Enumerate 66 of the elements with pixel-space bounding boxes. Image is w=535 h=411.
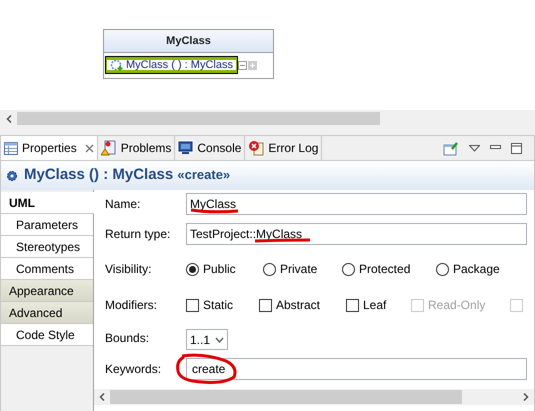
return-type-prefix: TestProject:: xyxy=(190,226,256,243)
dropdown-icon[interactable] xyxy=(469,144,480,152)
radio-button[interactable] xyxy=(342,262,355,276)
field-label: Name: xyxy=(105,196,142,213)
horizontal-scrollbar[interactable] xyxy=(94,389,534,405)
field-label: Modifiers: xyxy=(105,297,158,314)
properties-title: MyClass () : MyClass «create» xyxy=(24,165,230,186)
field-label: Visibility: xyxy=(105,261,152,278)
horizontal-scrollbar[interactable] xyxy=(0,110,535,127)
close-icon[interactable] xyxy=(84,144,94,152)
collapse-icon[interactable] xyxy=(238,60,247,70)
operation-label: MyClass ( ) : MyClass xyxy=(126,58,233,73)
checkbox-label: Leaf xyxy=(363,297,386,314)
radio-label: Public xyxy=(203,261,236,278)
scrollbar-thumb[interactable] xyxy=(110,390,462,404)
field-label: Keywords: xyxy=(105,361,162,378)
sidebar-tab[interactable]: Appearance xyxy=(1,280,93,302)
tab-label: Console xyxy=(197,140,242,157)
view-tab[interactable]: Properties xyxy=(1,136,98,160)
class-box[interactable]: MyClass MyClass ( ) : MyClass xyxy=(103,29,274,79)
table-icon xyxy=(4,142,18,154)
checkbox[interactable] xyxy=(259,298,272,312)
bounds-value: 1..1 xyxy=(190,332,210,348)
radio-button[interactable] xyxy=(436,262,449,276)
checkbox[interactable] xyxy=(346,298,359,312)
sidebar-tab[interactable]: Code Style xyxy=(1,324,93,346)
bounds-dropdown[interactable]: 1..1 xyxy=(186,329,228,350)
field-label: Bounds: xyxy=(105,330,150,346)
keywords-value: create xyxy=(191,361,226,378)
keywords-field[interactable]: create xyxy=(186,358,527,380)
checkbox-label: Read-Only xyxy=(428,297,486,314)
pin-icon[interactable] xyxy=(443,140,459,156)
radio-button[interactable] xyxy=(186,262,199,276)
monitor-icon xyxy=(178,141,194,155)
name-field[interactable]: MyClass xyxy=(186,193,527,215)
return-type-field[interactable]: TestProject::MyClass xyxy=(186,223,527,245)
operation-row[interactable]: MyClass ( ) : MyClass xyxy=(106,57,237,73)
sidebar-tab[interactable]: UML xyxy=(1,192,94,214)
tab-label: Error Log xyxy=(268,140,318,157)
view-tab[interactable]: Problems xyxy=(98,136,176,160)
sidebar-tab[interactable]: Stereotypes xyxy=(1,236,93,258)
error-document-icon xyxy=(248,140,264,156)
radio-label: Package xyxy=(453,261,500,278)
class-name: MyClass xyxy=(104,30,273,53)
maximize-icon[interactable] xyxy=(511,142,522,154)
radio-label: Private xyxy=(280,261,318,278)
return-type-value: MyClass xyxy=(256,225,302,243)
sidebar-tab[interactable]: Parameters xyxy=(1,214,93,236)
checkbox-label: Static xyxy=(203,297,234,314)
field-label: Return type: xyxy=(105,226,172,243)
name-value: MyClass xyxy=(190,195,236,213)
warning-document-icon xyxy=(100,140,117,156)
sidebar-tab[interactable]: Comments xyxy=(1,258,93,280)
tab-label: Problems xyxy=(120,140,172,157)
checkbox-label: Abstract xyxy=(276,297,320,314)
scrollbar-thumb[interactable] xyxy=(17,112,380,125)
checkbox[interactable] xyxy=(186,298,199,312)
hand-drawn-underline xyxy=(190,208,240,214)
radio-label: Protected xyxy=(359,261,410,278)
gear-icon xyxy=(6,170,18,182)
sidebar-tab[interactable]: Advanced xyxy=(1,302,93,324)
gear-plus-icon xyxy=(110,59,124,71)
hand-drawn-underline xyxy=(254,238,312,244)
radio-button[interactable] xyxy=(263,262,276,276)
caret-icon xyxy=(215,336,224,342)
tab-label: Properties xyxy=(22,140,77,157)
